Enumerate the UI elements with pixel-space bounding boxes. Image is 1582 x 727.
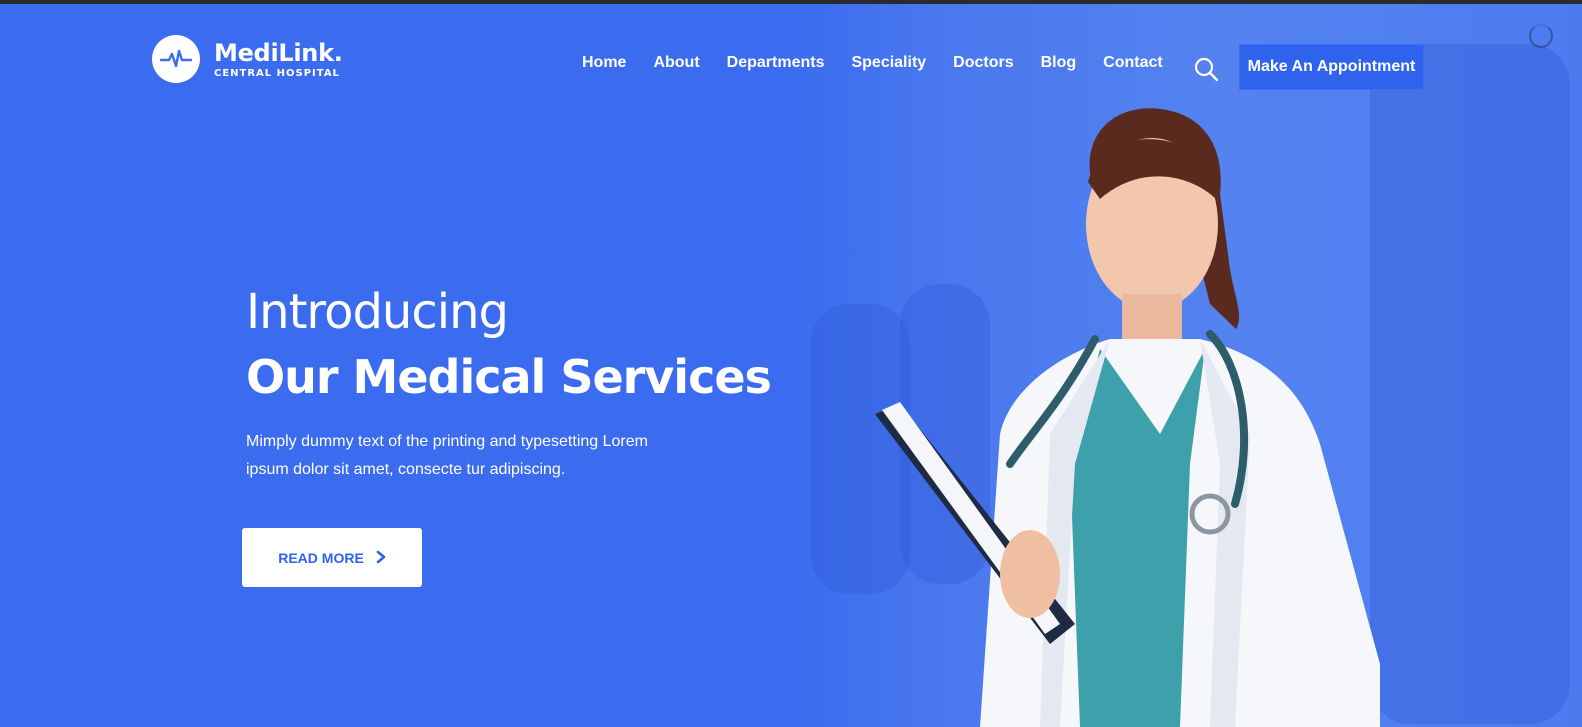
hero-section: MediLink. CENTRAL HOSPITAL Home About De… xyxy=(0,4,1582,727)
brand-name: MediLink. xyxy=(214,38,343,67)
read-more-button[interactable]: READ MORE xyxy=(242,528,422,587)
nav-item-speciality[interactable]: Speciality xyxy=(851,54,926,72)
nav-item-doctors[interactable]: Doctors xyxy=(953,54,1013,72)
hero-headline: Our Medical Services xyxy=(246,350,772,404)
nav-item-contact[interactable]: Contact xyxy=(1103,54,1163,72)
loading-spinner-icon xyxy=(1529,24,1553,48)
background-figure xyxy=(1370,44,1570,724)
main-nav: Home About Departments Speciality Doctor… xyxy=(582,54,1190,72)
nav-item-about[interactable]: About xyxy=(653,54,699,72)
site-logo[interactable]: MediLink. CENTRAL HOSPITAL xyxy=(152,35,343,83)
hero-intro: Introducing xyxy=(246,284,509,340)
brand-subtitle: CENTRAL HOSPITAL xyxy=(214,67,340,79)
read-more-label: READ MORE xyxy=(278,549,364,566)
make-appointment-button[interactable]: Make An Appointment xyxy=(1239,44,1424,90)
nav-item-home[interactable]: Home xyxy=(582,54,626,72)
doctor-illustration xyxy=(875,108,1380,727)
nav-item-departments[interactable]: Departments xyxy=(727,54,825,72)
search-icon[interactable] xyxy=(1193,56,1219,82)
chevron-right-icon xyxy=(376,550,386,565)
heartbeat-icon xyxy=(152,35,200,83)
nav-item-blog[interactable]: Blog xyxy=(1041,54,1077,72)
hero-description: Mimply dummy text of the printing and ty… xyxy=(246,433,648,478)
